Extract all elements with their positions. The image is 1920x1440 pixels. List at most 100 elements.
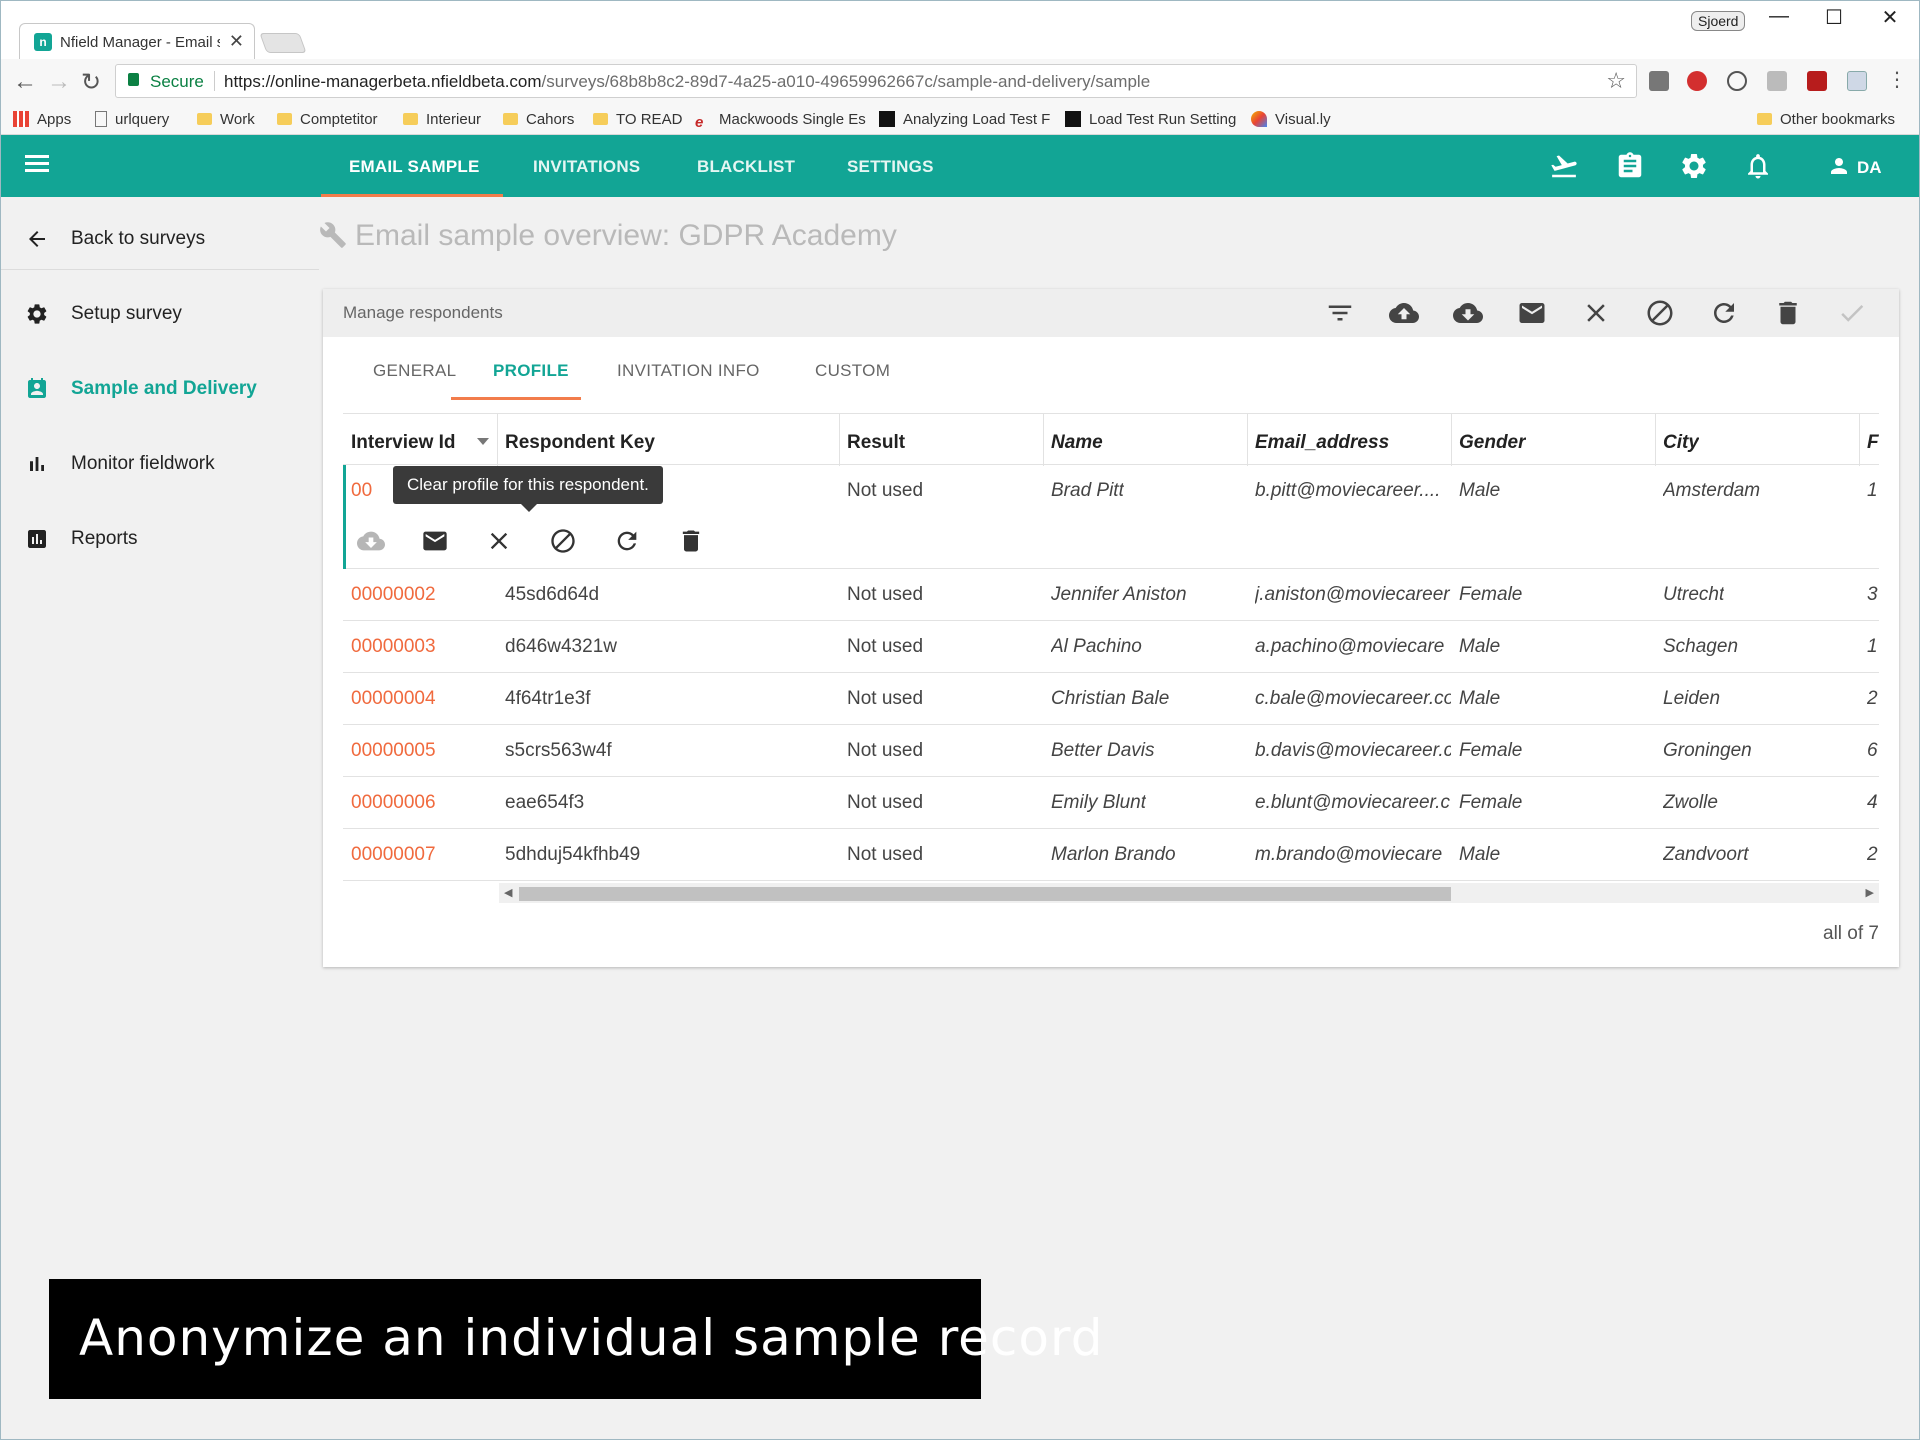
scroll-left-arrow-icon[interactable]: ◀: [504, 886, 512, 899]
browser-tab[interactable]: n Nfield Manager - Email s ✕: [19, 23, 255, 59]
bookmark-star-icon[interactable]: ☆: [1606, 68, 1626, 94]
secure-label: Secure: [150, 72, 204, 91]
interview-id-link[interactable]: 00000004: [351, 688, 436, 710]
clipboard-icon[interactable]: [1615, 151, 1645, 181]
m-logo-icon: [1065, 111, 1081, 127]
table-row[interactable]: 00000003 d646w4321w Not used Al Pachino …: [343, 621, 1879, 673]
sidebar-item-monitor-fieldwork[interactable]: Monitor fieldwork: [1, 434, 319, 494]
column-header-name[interactable]: Name: [1051, 432, 1103, 454]
pdf-extension-icon[interactable]: [1807, 71, 1827, 91]
address-bar[interactable]: Secure https://online-managerbeta.nfield…: [115, 64, 1637, 98]
close-icon[interactable]: [1581, 298, 1611, 328]
table-row[interactable]: 00000006 eae654f3 Not used Emily Blunt e…: [343, 777, 1879, 829]
bookmark-label: Load Test Run Setting: [1089, 111, 1237, 128]
mail-icon[interactable]: [421, 527, 449, 555]
interview-id-link[interactable]: 00000003: [351, 636, 436, 658]
refresh-icon[interactable]: [613, 527, 641, 555]
folder-icon: [1757, 113, 1772, 125]
chrome-menu-icon[interactable]: ⋮: [1887, 67, 1907, 92]
tab-custom[interactable]: CUSTOM: [815, 361, 890, 381]
tab-invitations[interactable]: INVITATIONS: [533, 157, 640, 177]
bell-icon[interactable]: [1743, 151, 1773, 181]
table-row[interactable]: 00000007 5dhduj54kfhb49 Not used Marlon …: [343, 829, 1879, 881]
scroll-right-arrow-icon[interactable]: ▶: [1866, 886, 1874, 899]
user-menu[interactable]: DA: [1827, 154, 1882, 178]
column-header-result[interactable]: Result: [847, 432, 905, 454]
column-header-more[interactable]: F: [1867, 432, 1879, 454]
bookmark-work[interactable]: Work: [197, 111, 255, 128]
column-header-respondent-key[interactable]: Respondent Key: [505, 432, 655, 454]
tab-settings[interactable]: SETTINGS: [847, 157, 934, 177]
gear-icon: [25, 302, 49, 326]
extension-icon[interactable]: [1649, 71, 1669, 91]
maximize-button[interactable]: ☐: [1811, 5, 1857, 30]
sidebar: Back to surveys Setup survey Sample and …: [1, 197, 319, 1437]
bookmark-interieur[interactable]: Interieur: [403, 111, 481, 128]
shield-extension-icon[interactable]: [1847, 71, 1867, 91]
mail-icon[interactable]: [1517, 298, 1547, 328]
bookmark-urlquery[interactable]: urlquery: [95, 111, 169, 128]
profile-badge[interactable]: Sjoerd: [1691, 11, 1746, 31]
bookmark-analyzing-load-test[interactable]: Analyzing Load Test F: [879, 111, 1050, 128]
table-horizontal-scrollbar[interactable]: ◀ ▶: [499, 883, 1879, 903]
bookmark-to-read[interactable]: TO READ: [593, 111, 682, 128]
interview-id-link[interactable]: 00000006: [351, 792, 436, 814]
result-cell: Not used: [847, 740, 924, 761]
interview-id-link[interactable]: 00000007: [351, 844, 436, 866]
puzzle-extension-icon[interactable]: [1767, 71, 1787, 91]
cloud-download-icon[interactable]: [1453, 298, 1483, 328]
interview-id-link[interactable]: 00000005: [351, 740, 436, 762]
row-action-bar: Clear profile for this respondent.: [343, 465, 1879, 569]
hamburger-menu-icon[interactable]: [25, 155, 49, 173]
column-header-gender[interactable]: Gender: [1459, 432, 1526, 454]
back-arrow-icon[interactable]: ←: [13, 68, 37, 96]
adblock-icon[interactable]: [1687, 71, 1707, 91]
tab-email-sample[interactable]: EMAIL SAMPLE: [349, 157, 480, 177]
reload-icon[interactable]: ↻: [81, 68, 101, 97]
bookmark-mackwoods[interactable]: e Mackwoods Single Es: [695, 111, 866, 131]
table-row[interactable]: 00000002 45sd6d64d Not used Jennifer Ani…: [343, 569, 1879, 621]
block-icon[interactable]: [549, 527, 577, 555]
gear-icon[interactable]: [1679, 151, 1709, 181]
column-header-email[interactable]: Email_address: [1255, 432, 1389, 454]
bookmark-comptetitor[interactable]: Comptetitor: [277, 111, 378, 128]
tab-invitation-info[interactable]: INVITATION INFO: [617, 361, 760, 381]
forward-arrow-icon[interactable]: →: [47, 68, 71, 96]
table-row[interactable]: 00000005 s5crs563w4f Not used Better Dav…: [343, 725, 1879, 777]
extra-cell: 1: [1867, 636, 1878, 657]
sort-arrow-icon[interactable]: [477, 438, 489, 445]
bookmark-apps[interactable]: Apps: [13, 111, 71, 128]
flight-takeoff-icon[interactable]: [1549, 151, 1579, 181]
window-close-button[interactable]: ✕: [1867, 5, 1913, 30]
back-to-surveys-link[interactable]: Back to surveys: [1, 209, 319, 269]
scrollbar-thumb[interactable]: [519, 887, 1451, 901]
refresh-icon[interactable]: [1709, 298, 1739, 328]
column-header-interview-id[interactable]: Interview Id: [351, 432, 456, 454]
block-icon[interactable]: [1645, 298, 1675, 328]
check-icon[interactable]: [1837, 298, 1867, 328]
interview-id-link[interactable]: 00000002: [351, 584, 436, 606]
info-extension-icon[interactable]: [1727, 71, 1747, 91]
cloud-upload-icon[interactable]: [1389, 298, 1419, 328]
tab-profile[interactable]: PROFILE: [493, 361, 569, 381]
trash-icon[interactable]: [1773, 298, 1803, 328]
sidebar-item-sample-and-delivery[interactable]: Sample and Delivery: [1, 359, 319, 419]
result-cell: Not used: [847, 844, 924, 865]
trash-icon[interactable]: [677, 527, 705, 555]
clear-profile-close-icon[interactable]: [485, 527, 513, 555]
tab-general[interactable]: GENERAL: [373, 361, 456, 381]
bookmark-load-test-run[interactable]: Load Test Run Setting: [1065, 111, 1236, 128]
bookmark-cahors[interactable]: Cahors: [503, 111, 574, 128]
bookmark-visually[interactable]: Visual.ly: [1251, 111, 1331, 128]
table-row[interactable]: 00000004 4f64tr1e3f Not used Christian B…: [343, 673, 1879, 725]
tab-close-icon[interactable]: ✕: [229, 31, 244, 52]
sidebar-item-reports[interactable]: Reports: [1, 509, 319, 569]
new-tab-button[interactable]: [259, 33, 307, 53]
sidebar-item-setup-survey[interactable]: Setup survey: [1, 284, 319, 344]
minimize-button[interactable]: —: [1756, 5, 1802, 28]
tab-blacklist[interactable]: BLACKLIST: [697, 157, 795, 177]
column-header-city[interactable]: City: [1663, 432, 1699, 454]
bookmark-other[interactable]: Other bookmarks: [1757, 111, 1895, 128]
filter-icon[interactable]: [1325, 298, 1355, 328]
cloud-download-icon[interactable]: [357, 527, 385, 555]
